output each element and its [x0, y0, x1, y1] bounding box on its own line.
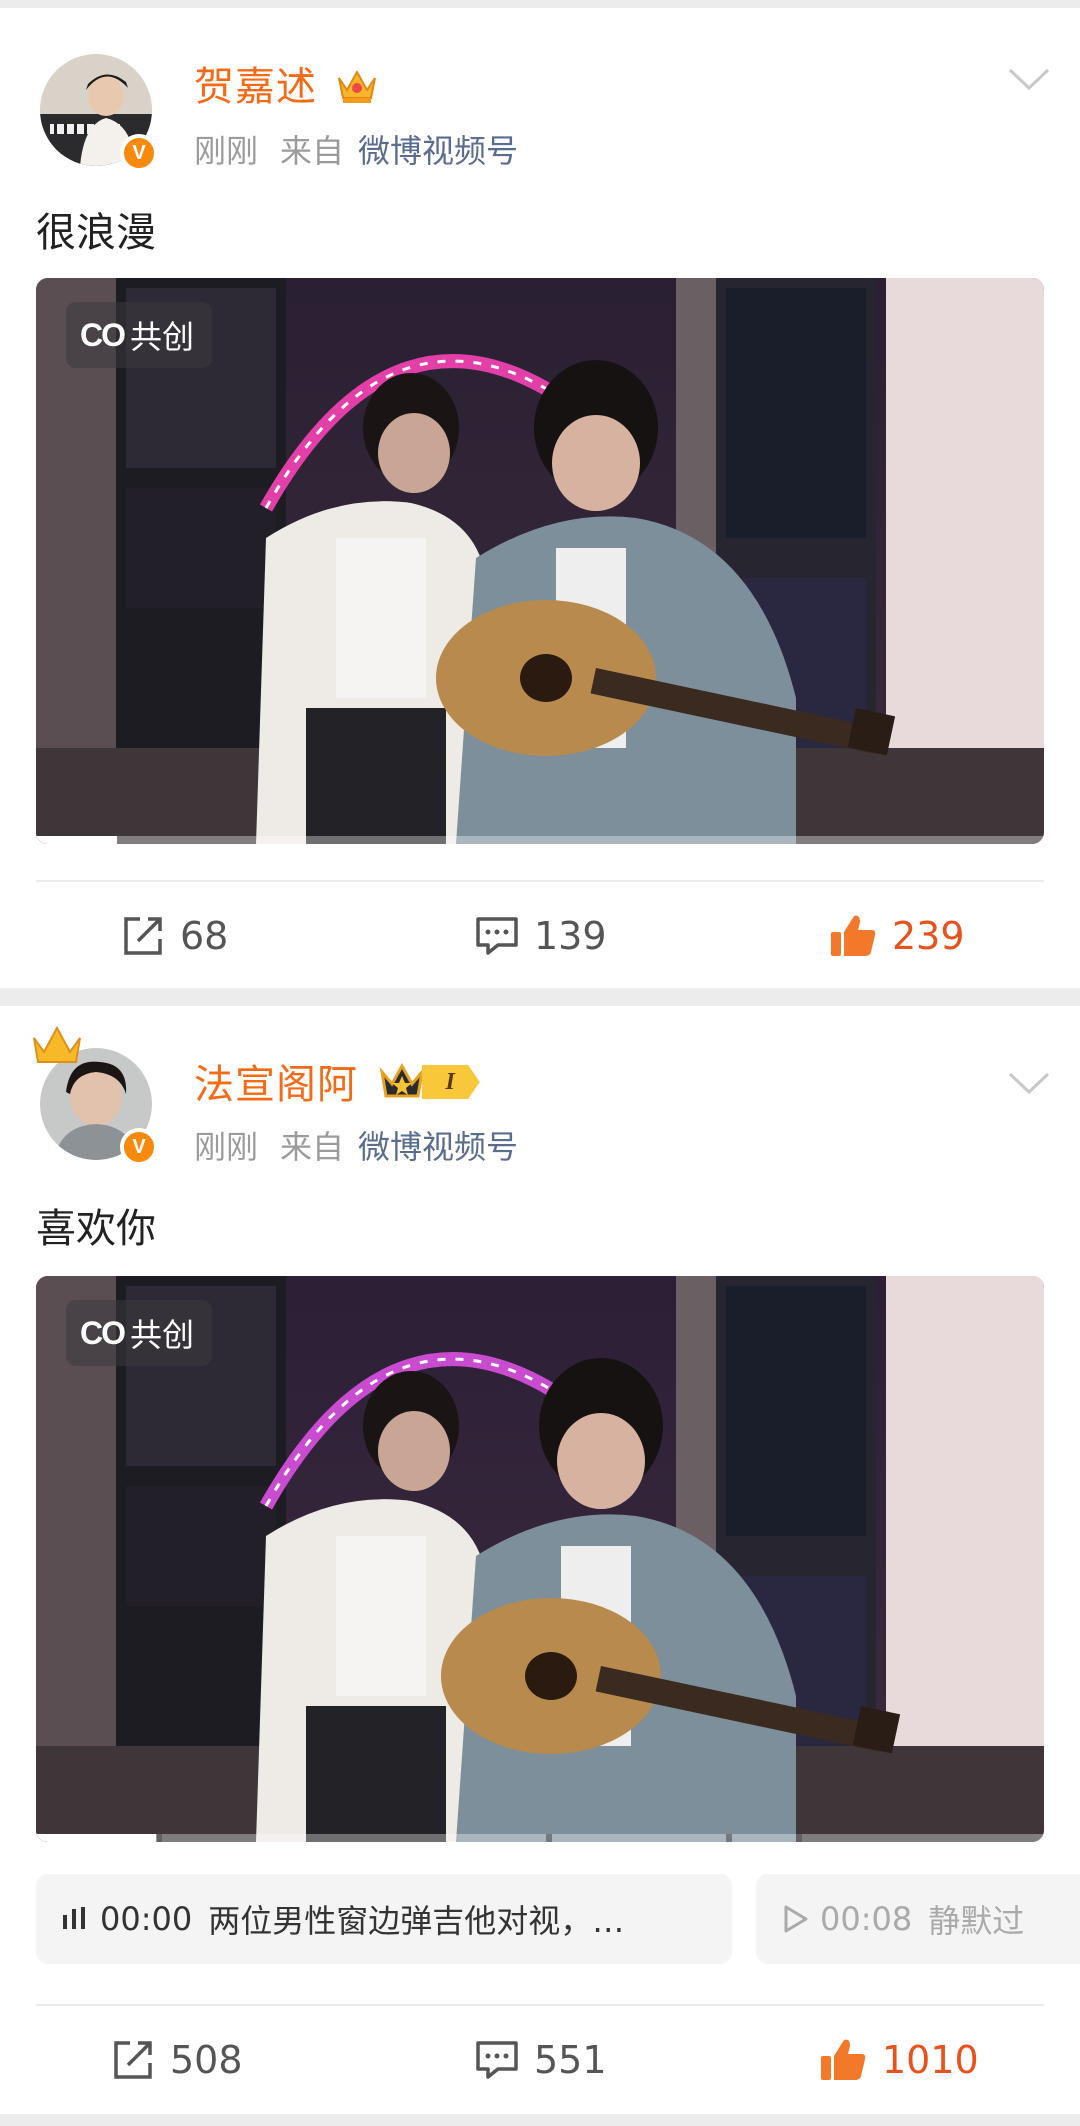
chapter-marker — [156, 1834, 162, 1842]
like-button[interactable]: 1010 — [818, 2020, 979, 2100]
video-player[interactable]: CO 共创 — [36, 1276, 1044, 1842]
like-button[interactable]: 239 — [828, 896, 965, 976]
cocreate-label: 共创 — [130, 318, 195, 356]
repost-icon — [124, 917, 162, 955]
crown-icon — [337, 69, 376, 103]
video-progress-bar[interactable] — [36, 836, 1044, 844]
feed-separator — [0, 0, 1080, 8]
repost-count: 508 — [170, 2038, 243, 2082]
action-divider — [36, 2004, 1044, 2006]
cocreate-tag[interactable]: CO 共创 — [66, 302, 213, 368]
comment-count: 139 — [534, 914, 607, 958]
vip-level-badge: I — [378, 1062, 480, 1102]
repost-button[interactable]: 508 — [110, 2020, 243, 2100]
chevron-down-icon[interactable] — [1006, 64, 1052, 94]
crown-icon — [33, 1025, 81, 1063]
thumbs-up-icon — [821, 2039, 866, 2080]
post-card[interactable]: V 法宣阁阿 I 刚刚 来自 微博视频号 喜欢你 CO 共创 00:00 两位男… — [0, 1006, 1080, 2114]
verified-badge-icon: V — [120, 134, 158, 172]
like-count: 1010 — [882, 2038, 979, 2082]
chapter-list: 00:00 两位男性窗边弹吉他对视，… 00:08 静默过 — [36, 1874, 1080, 1964]
username-row[interactable]: 贺嘉述 — [194, 54, 379, 112]
repost-button[interactable]: 68 — [120, 896, 228, 976]
from-label: 来自 — [280, 1128, 345, 1166]
co-icon: CO — [80, 1314, 126, 1351]
from-label: 来自 — [280, 132, 345, 170]
action-divider — [36, 880, 1044, 882]
chapter-text: 静默过 — [928, 1902, 1025, 1940]
username[interactable]: 法宣阁阿 — [194, 1062, 358, 1108]
like-count: 239 — [892, 914, 965, 958]
comment-button[interactable]: 551 — [474, 2020, 607, 2100]
post-meta: 刚刚 来自 微博视频号 — [194, 1122, 518, 1168]
avatar[interactable]: V — [40, 54, 158, 172]
post-meta: 刚刚 来自 微博视频号 — [194, 126, 518, 172]
chapter-time: 00:00 — [100, 1900, 193, 1938]
chapter-marker — [796, 1834, 802, 1842]
feed-separator — [0, 2114, 1080, 2126]
comment-button[interactable]: 139 — [474, 896, 607, 976]
video-player[interactable]: CO 共创 — [36, 278, 1044, 844]
chapter-marker — [726, 1834, 732, 1842]
chapter-marker — [546, 1834, 552, 1842]
action-bar: 68 139 239 — [0, 896, 1080, 976]
repost-icon — [114, 2041, 152, 2079]
chevron-down-icon[interactable] — [1006, 1068, 1052, 1098]
post-time: 刚刚 — [194, 1128, 259, 1166]
vip-level-text: I — [421, 1065, 480, 1099]
thumbs-up-icon — [831, 915, 876, 956]
post-text: 喜欢你 — [36, 1206, 156, 1252]
cocreate-label: 共创 — [130, 1316, 195, 1354]
post-card[interactable]: V 贺嘉述 刚刚 来自 微博视频号 很浪漫 CO 共创 68 139 239 — [0, 8, 1080, 988]
comment-icon — [476, 917, 518, 955]
video-progress-fill — [36, 836, 117, 844]
chapter-text: 两位男性窗边弹吉他对视，… — [208, 1902, 625, 1940]
comment-count: 551 — [534, 2038, 607, 2082]
vip-crown-icon — [379, 1062, 425, 1098]
action-bar: 508 551 1010 — [0, 2020, 1080, 2100]
audio-bars-icon — [63, 1907, 85, 1929]
chapter-chip[interactable]: 00:08 静默过 — [756, 1874, 1080, 1964]
source-link[interactable]: 微博视频号 — [358, 132, 518, 170]
video-progress-fill — [36, 1834, 157, 1842]
co-icon: CO — [80, 316, 126, 353]
feed-separator — [0, 988, 1080, 1006]
verified-badge-icon: V — [120, 1128, 158, 1166]
video-progress-bar[interactable] — [36, 1834, 1044, 1842]
chapter-time: 00:08 — [820, 1900, 913, 1938]
username[interactable]: 贺嘉述 — [194, 64, 317, 110]
post-time: 刚刚 — [194, 132, 259, 170]
comment-icon — [476, 2041, 518, 2079]
chapter-chip[interactable]: 00:00 两位男性窗边弹吉他对视，… — [36, 1874, 732, 1964]
source-link[interactable]: 微博视频号 — [358, 1128, 518, 1166]
cocreate-tag[interactable]: CO 共创 — [66, 1300, 213, 1366]
username-row[interactable]: 法宣阁阿 I — [194, 1052, 480, 1110]
play-icon — [784, 1905, 808, 1933]
avatar[interactable]: V — [33, 1025, 158, 1166]
post-text: 很浪漫 — [36, 210, 156, 256]
repost-count: 68 — [180, 914, 229, 958]
